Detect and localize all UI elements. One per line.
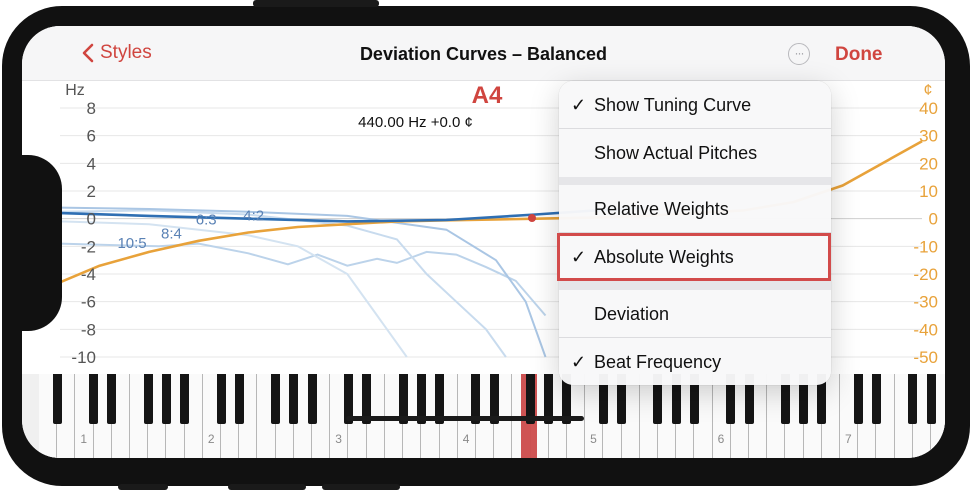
menu-item-relative-weights[interactable]: Relative Weights (559, 185, 831, 233)
right-tick-label: -40 (913, 320, 938, 339)
octave-label: 7 (845, 432, 852, 446)
menu-item-label: Show Actual Pitches (594, 143, 758, 163)
menu-item-beat-frequency[interactable]: ✓ Beat Frequency (559, 338, 831, 385)
right-tick-label: -20 (913, 265, 938, 284)
side-button (118, 484, 168, 490)
checkmark-icon: ✓ (571, 352, 587, 372)
note-name: A4 (472, 82, 503, 109)
left-tick-label: -4 (81, 265, 96, 284)
right-tick-label: -10 (913, 237, 938, 256)
right-tick-label: 20 (919, 154, 938, 173)
black-key[interactable] (307, 374, 317, 424)
menu-separator (559, 177, 831, 185)
black-key[interactable] (89, 374, 99, 424)
octave-label: 6 (717, 432, 725, 446)
volume-button (253, 0, 379, 7)
octave-label: 5 (590, 432, 597, 446)
navigation-bar: Styles Deviation Curves – Balanced ··· D… (22, 26, 945, 81)
black-key[interactable] (908, 374, 918, 424)
octave-label: 2 (207, 432, 215, 446)
left-tick-label: -2 (81, 237, 96, 256)
camera-notch (22, 155, 62, 331)
black-key[interactable] (143, 374, 153, 424)
selected-note-marker (528, 214, 536, 222)
home-indicator (346, 416, 584, 421)
left-axis-label: Hz (65, 82, 85, 99)
black-key[interactable] (289, 374, 299, 424)
black-key[interactable] (107, 374, 117, 424)
black-key[interactable] (180, 374, 190, 424)
weight-curve (59, 209, 507, 358)
menu-separator (559, 281, 831, 290)
octave-label: 3 (335, 432, 342, 446)
octave-label: 1 (80, 432, 88, 446)
menu-item-show-actual-pitches[interactable]: Show Actual Pitches (559, 129, 831, 177)
right-tick-label: 30 (919, 127, 938, 146)
black-key[interactable] (216, 374, 226, 424)
highlight-box (557, 233, 831, 281)
black-key[interactable] (234, 374, 244, 424)
right-axis-label: ¢ (924, 82, 933, 99)
done-button[interactable]: Done (835, 44, 883, 66)
side-button (322, 484, 400, 490)
right-tick-label: 0 (929, 210, 938, 229)
left-tick-label: -6 (81, 293, 96, 312)
interval-label: 10:5 (117, 235, 146, 252)
right-tick-label: 40 (919, 99, 938, 118)
black-key[interactable] (926, 374, 936, 424)
interval-label: 8:4 (161, 226, 182, 243)
pitch-readout-text: 440.00 Hz +0.0 ¢ (358, 114, 473, 131)
menu-item-label: Relative Weights (594, 199, 729, 219)
left-tick-label: 0 (87, 210, 96, 229)
faint-curves (59, 206, 547, 358)
left-tick-label: -8 (81, 320, 96, 339)
menu-item-show-tuning-curve[interactable]: ✓ Show Tuning Curve (559, 81, 831, 129)
weight-curve (59, 242, 547, 317)
menu-item-label: Beat Frequency (594, 352, 722, 372)
black-key[interactable] (271, 374, 281, 424)
left-tick-label: 2 (87, 182, 96, 201)
right-tick-label: 10 (919, 182, 938, 201)
left-tick-label: 4 (87, 154, 96, 173)
right-tick-label: -30 (913, 293, 938, 312)
menu-item-label: Deviation (594, 304, 670, 324)
black-key[interactable] (853, 374, 863, 424)
left-tick-label: -10 (71, 348, 96, 367)
checkmark-icon: ✓ (571, 95, 587, 115)
menu-item-label: Show Tuning Curve (594, 95, 752, 115)
black-key[interactable] (871, 374, 881, 424)
black-key[interactable] (52, 374, 62, 424)
app-screen: Styles Deviation Curves – Balanced ··· D… (22, 26, 945, 458)
side-button (228, 484, 306, 490)
right-tick-label: -50 (913, 348, 938, 367)
more-options-icon[interactable]: ··· (788, 43, 810, 65)
interval-label: 6:3 (196, 212, 217, 229)
interval-label: 4:2 (243, 208, 264, 225)
weight-curve (59, 220, 408, 358)
menu-item-deviation[interactable]: Deviation (559, 290, 831, 338)
black-key[interactable] (161, 374, 171, 424)
octave-label: 4 (462, 432, 470, 446)
weight-curve (59, 206, 547, 358)
